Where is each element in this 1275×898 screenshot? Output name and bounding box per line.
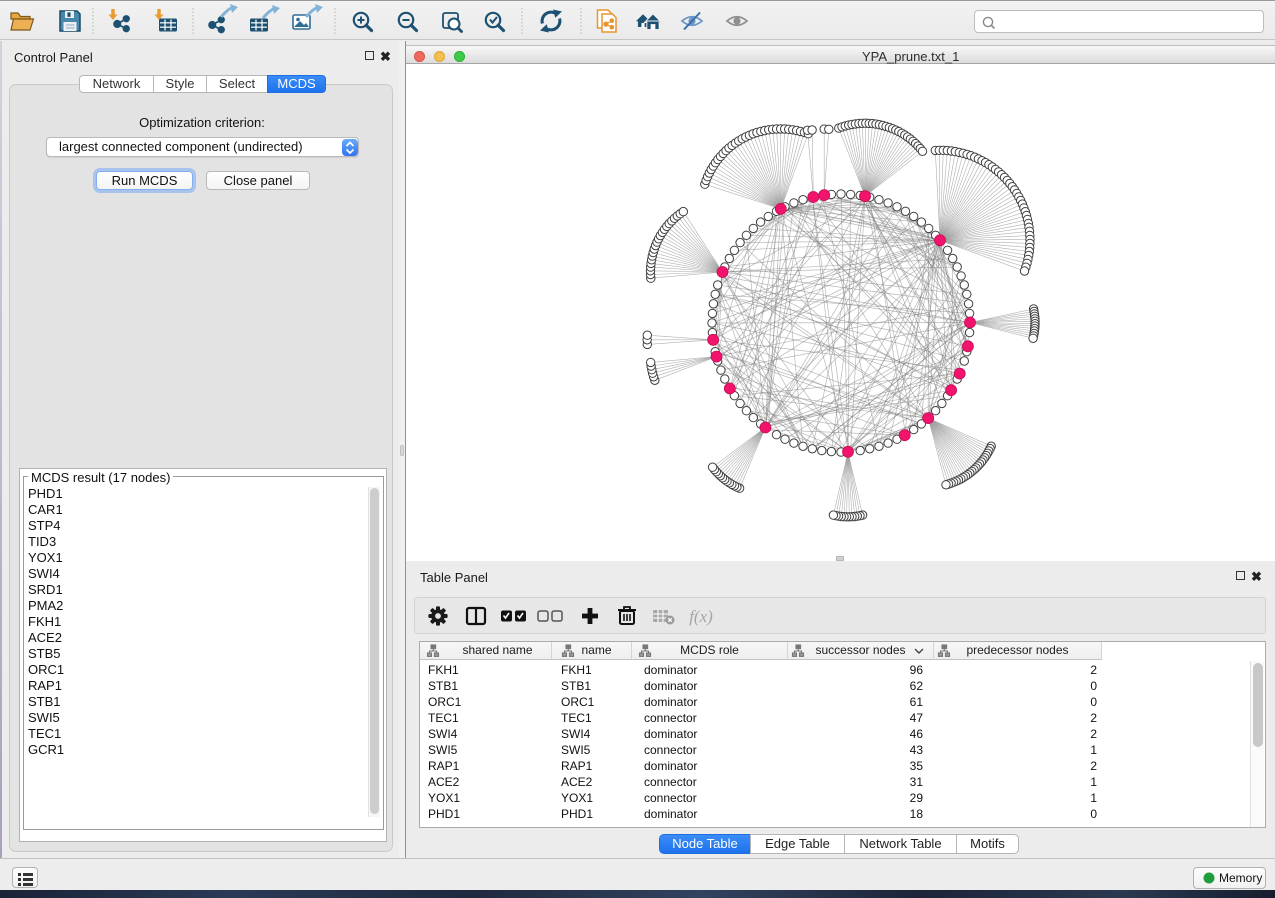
svg-text:f(x): f(x) [689, 607, 713, 626]
